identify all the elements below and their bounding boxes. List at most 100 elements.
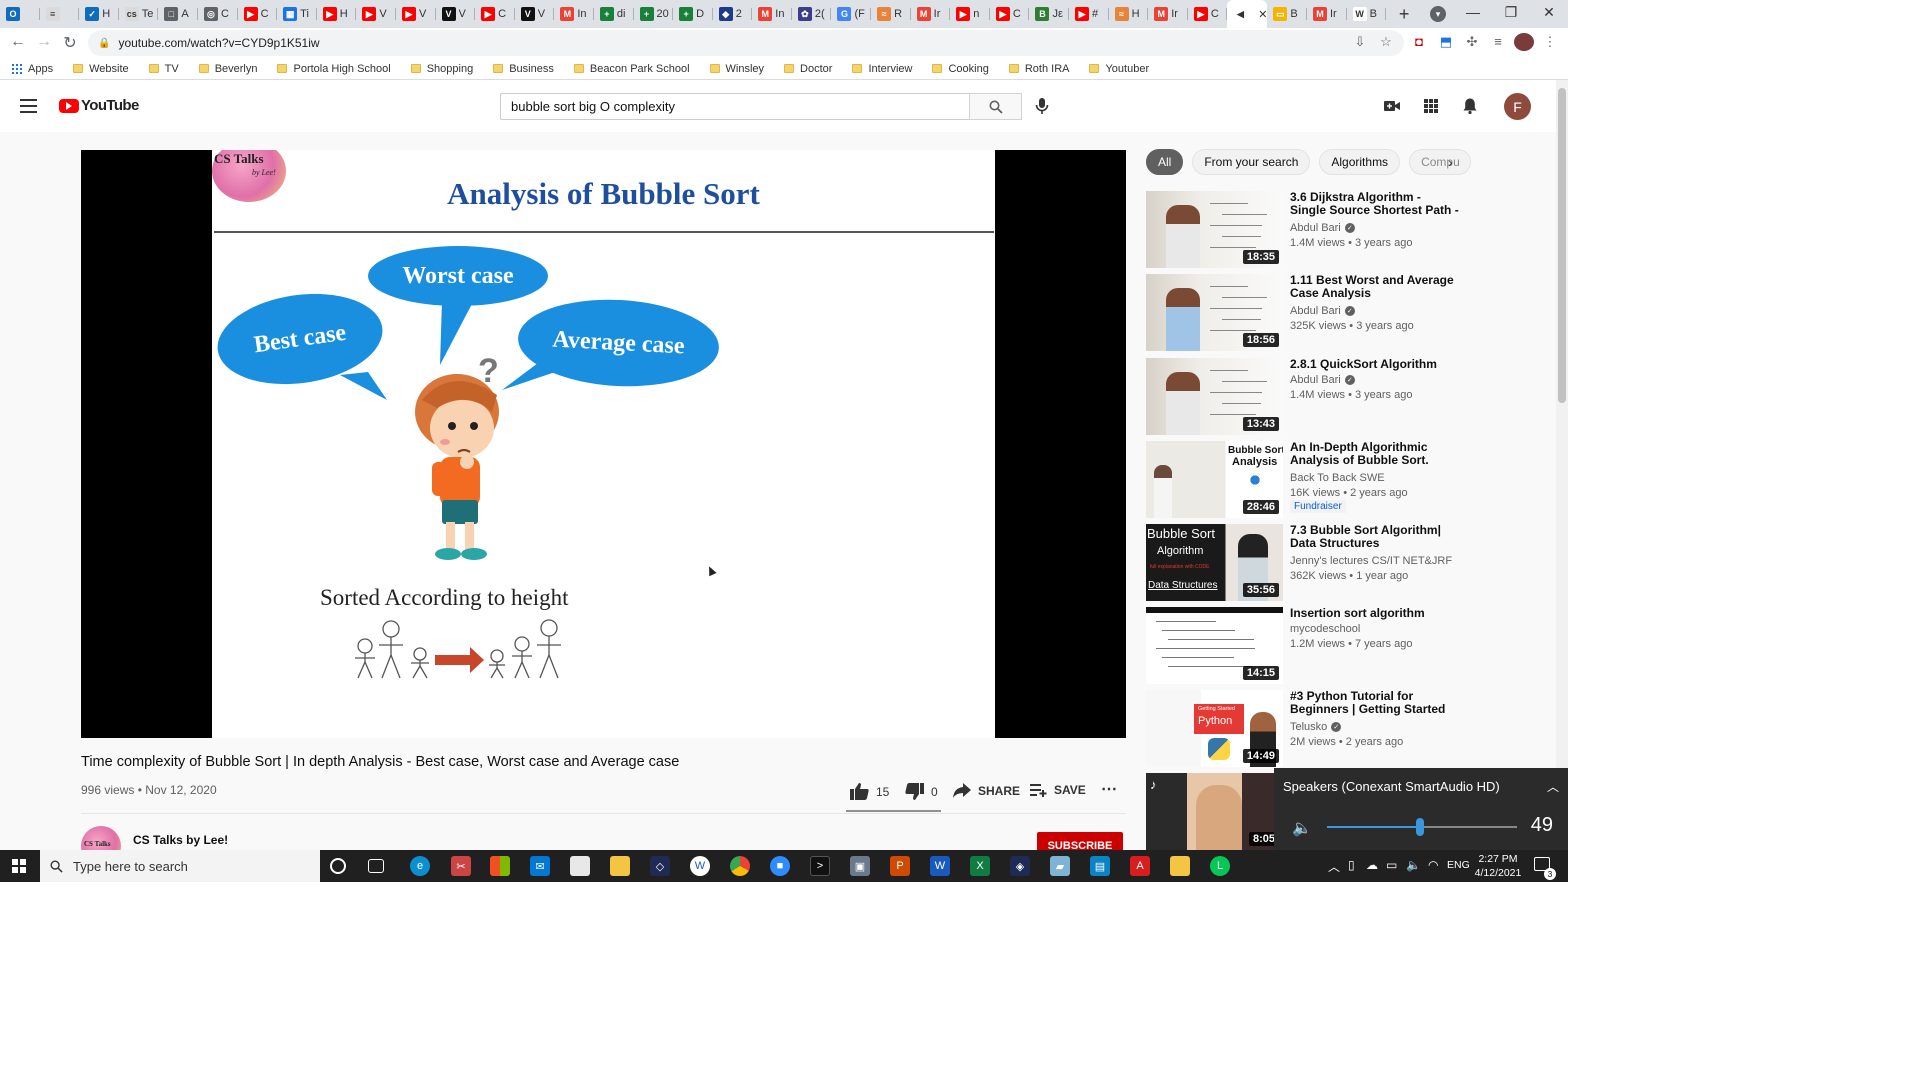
media-control-icon[interactable]: ≡ [1489,34,1507,49]
recommendation-channel[interactable]: Jenny's lectures CS/IT NET&JRF [1290,555,1452,567]
bookmark-folder[interactable]: Beacon Park School [573,63,690,75]
acrobat-icon[interactable]: A [1130,856,1150,876]
tray-chevron-icon[interactable]: ︿ [1328,858,1340,875]
recommendation-title[interactable]: 7.3 Bubble Sort Algorithm| Data Structur… [1290,524,1460,550]
browser-tab[interactable]: O [0,0,40,28]
mail-icon[interactable]: ✉ [530,856,550,876]
files-icon[interactable] [1170,856,1190,876]
recommendation-item[interactable]: Bubble Sort Analysis 28:46 An In-Depth Algo… [1146,441,1476,519]
video-player[interactable]: CS Talks by Lee! Analysis of Bubble Sort [81,150,1126,738]
browser-tab[interactable]: G (F [831,0,871,28]
browser-tab[interactable]: ▶ C [475,0,515,28]
microphone-icon[interactable] [1034,97,1050,115]
recommendation-title[interactable]: An In-Depth Algorithmic Analysis of Bubb… [1290,441,1460,468]
filter-chip[interactable]: From your search [1192,149,1311,175]
address-bar[interactable]: 🔒 youtube.com/watch?v=CYD9p1K51iw [88,30,1404,56]
battery-icon[interactable]: ▭ [1386,858,1397,872]
video-thumbnail[interactable]: 13:43 [1146,358,1283,435]
excel-icon[interactable]: X [970,856,990,876]
browser-tab[interactable]: M Ir [911,0,951,28]
bookmark-folder[interactable]: Beverlyn [198,63,257,75]
task-view-icon[interactable] [368,859,384,873]
browser-tab[interactable]: ▶ V [356,0,396,28]
browser-tab[interactable]: ▭ B [1267,0,1307,28]
windows-start-icon[interactable] [12,859,26,873]
recommendation-channel[interactable]: Telusko ✓ [1290,721,1342,733]
filter-chip[interactable]: Compu [1409,149,1472,175]
notifications-bell-icon[interactable] [1461,97,1479,115]
video-thumbnail[interactable]: 18:35 [1146,191,1283,268]
bookmark-folder[interactable]: TV [148,63,179,75]
create-video-icon[interactable] [1383,97,1401,115]
bookmark-folder[interactable]: Winsley [709,63,764,75]
bookmark-folder[interactable]: Business [493,63,554,75]
bookmark-star-icon[interactable]: ☆ [1377,34,1395,50]
browser-tab[interactable]: ◆ 2 [713,0,753,28]
recommendation-item[interactable]: 18:56 1.11 Best Worst and Average Case An… [1146,274,1476,352]
volume-slider[interactable] [1327,818,1517,836]
snip-tool-icon[interactable]: ✂ [451,856,471,876]
browser-tab[interactable]: M Ir [1307,0,1347,28]
browser-tab[interactable]: ≈ R [871,0,911,28]
recommendation-channel[interactable]: Abdul Bari ✓ [1290,374,1355,386]
video-thumbnail[interactable]: 18:56 [1146,274,1283,351]
bookmark-folder[interactable]: Youtuber [1089,63,1149,75]
word-icon[interactable]: W [930,856,950,876]
notes-icon[interactable]: ▰ [1050,856,1070,876]
powerpoint-icon[interactable]: P [890,856,910,876]
video-thumbnail[interactable]: Bubble Sort Analysis 28:46 [1146,441,1283,518]
taskbar-clock[interactable]: 2:27 PM 4/12/2021 [1473,852,1523,880]
file-explorer-icon[interactable] [610,856,630,876]
browser-tab[interactable]: VV [515,0,555,28]
apps-grid-icon[interactable] [1422,97,1440,115]
search-input[interactable]: bubble sort big O complexity [500,93,970,120]
browser-tab[interactable]: □ A [158,0,198,28]
browser-tab[interactable]: M In [752,0,792,28]
audio-device-name[interactable]: Speakers (Conexant SmartAudio HD) [1283,779,1500,794]
browser-tab[interactable]: + D [673,0,713,28]
recommendation-item[interactable]: 13:43 2.8.1 QuickSort Algorithm Abdul Bari… [1146,358,1476,436]
notepad-icon[interactable] [570,856,590,876]
browser-tab[interactable]: ▶ n [950,0,990,28]
reload-button[interactable]: ↻ [60,33,80,53]
dislike-button[interactable]: 0 [905,783,938,800]
bookmark-folder[interactable]: Interview [852,63,912,75]
browser-tab[interactable]: ▶ # [1069,0,1109,28]
close-tab-icon[interactable]: ✕ [1258,8,1267,21]
recommendation-title[interactable]: #3 Python Tutorial for Beginners | Getti… [1290,690,1460,717]
browser-tab[interactable]: + di [594,0,634,28]
browser-tab[interactable]: ▶ H [317,0,357,28]
video-thumbnail[interactable]: Bubble Sort Algorithm full explanation wit… [1146,524,1283,601]
browser-tab[interactable]: ✿ 2( [792,0,832,28]
scrollbar-thumb[interactable] [1558,88,1566,403]
install-app-icon[interactable]: ⇩ [1351,34,1369,50]
browser-tab[interactable]: M Ir [1148,0,1188,28]
recommendation-title[interactable]: Insertion sort algorithm [1290,607,1460,620]
browser-tab[interactable]: ✓ H [79,0,119,28]
zoom-icon[interactable]: ■ [770,856,790,876]
bookmark-folder[interactable]: Cooking [932,63,989,75]
minimize-button[interactable]: — [1458,4,1488,20]
browser-tab[interactable]: ≡ [40,0,80,28]
language-indicator[interactable]: ENG [1447,859,1470,871]
browser-tab[interactable]: WB [1347,0,1387,28]
new-tab-button[interactable]: + [1390,0,1418,28]
volume-slider-thumb[interactable] [1416,818,1425,836]
browser-tab[interactable]: +20 [634,0,674,28]
app-icon[interactable]: ◇ [650,856,670,876]
speaker-icon[interactable]: 🔈 [1292,818,1312,838]
browser-tab[interactable]: ◀ ✕ [1227,0,1268,28]
chrome-menu-icon[interactable]: ⋮ [1541,34,1559,50]
browser-tab[interactable]: VV [436,0,476,28]
share-button[interactable]: SHARE [953,783,1020,798]
terminal-icon[interactable]: > [810,856,830,876]
pocket-extension-icon[interactable]: ◘ [1410,34,1428,49]
page-scrollbar[interactable] [1556,80,1568,850]
recommendation-item[interactable]: 18:35 3.6 Dijkstra Algorithm - Single Sou… [1146,191,1476,269]
recommendation-title[interactable]: 1.11 Best Worst and Average Case Analysi… [1290,274,1460,300]
ms-store-icon[interactable] [490,856,510,876]
search-button[interactable] [969,93,1022,120]
bookmark-folder[interactable]: Shopping [410,63,473,75]
like-button[interactable]: 15 [850,783,889,800]
browser-tab[interactable]: ▦ Ti [277,0,317,28]
